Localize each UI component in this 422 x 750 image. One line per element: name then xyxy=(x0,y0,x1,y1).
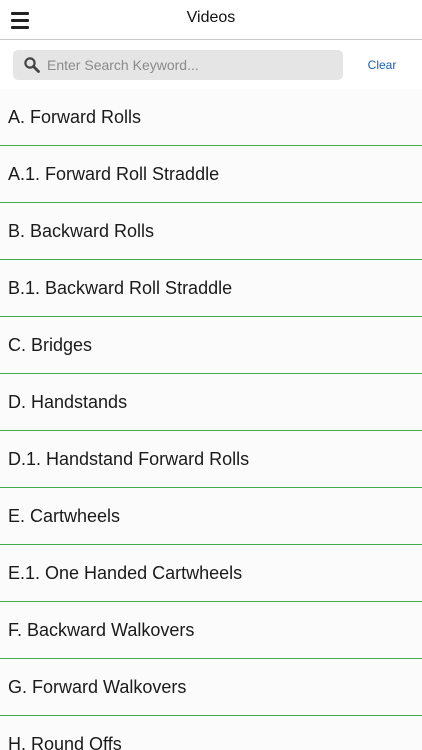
page-title: Videos xyxy=(186,9,236,26)
video-list-item[interactable]: B.1. Backward Roll Straddle xyxy=(0,260,422,317)
video-list-item[interactable]: E.1. One Handed Cartwheels xyxy=(0,545,422,602)
video-list-item[interactable]: A. Forward Rolls xyxy=(0,89,422,146)
video-list-item[interactable]: A.1. Forward Roll Straddle xyxy=(0,146,422,203)
search-icon xyxy=(24,57,40,73)
video-list-item[interactable]: D. Handstands xyxy=(0,374,422,431)
video-list-item[interactable]: G. Forward Walkovers xyxy=(0,659,422,716)
video-list-item[interactable]: D.1. Handstand Forward Rolls xyxy=(0,431,422,488)
search-input[interactable] xyxy=(47,50,337,80)
app-screen: Videos Clear A. Forward Rolls A.1. Forwa… xyxy=(0,0,422,750)
search-bar: Clear xyxy=(0,40,422,90)
video-list-item[interactable]: E. Cartwheels xyxy=(0,488,422,545)
nav-bar: Videos xyxy=(0,0,422,40)
video-list-item[interactable]: F. Backward Walkovers xyxy=(0,602,422,659)
video-list-item[interactable]: C. Bridges xyxy=(0,317,422,374)
video-list-item[interactable]: B. Backward Rolls xyxy=(0,203,422,260)
video-list-item[interactable]: H. Round Offs xyxy=(0,716,422,750)
clear-button[interactable]: Clear xyxy=(360,50,404,80)
video-list: A. Forward Rolls A.1. Forward Roll Strad… xyxy=(0,89,422,750)
search-field[interactable] xyxy=(13,50,343,80)
